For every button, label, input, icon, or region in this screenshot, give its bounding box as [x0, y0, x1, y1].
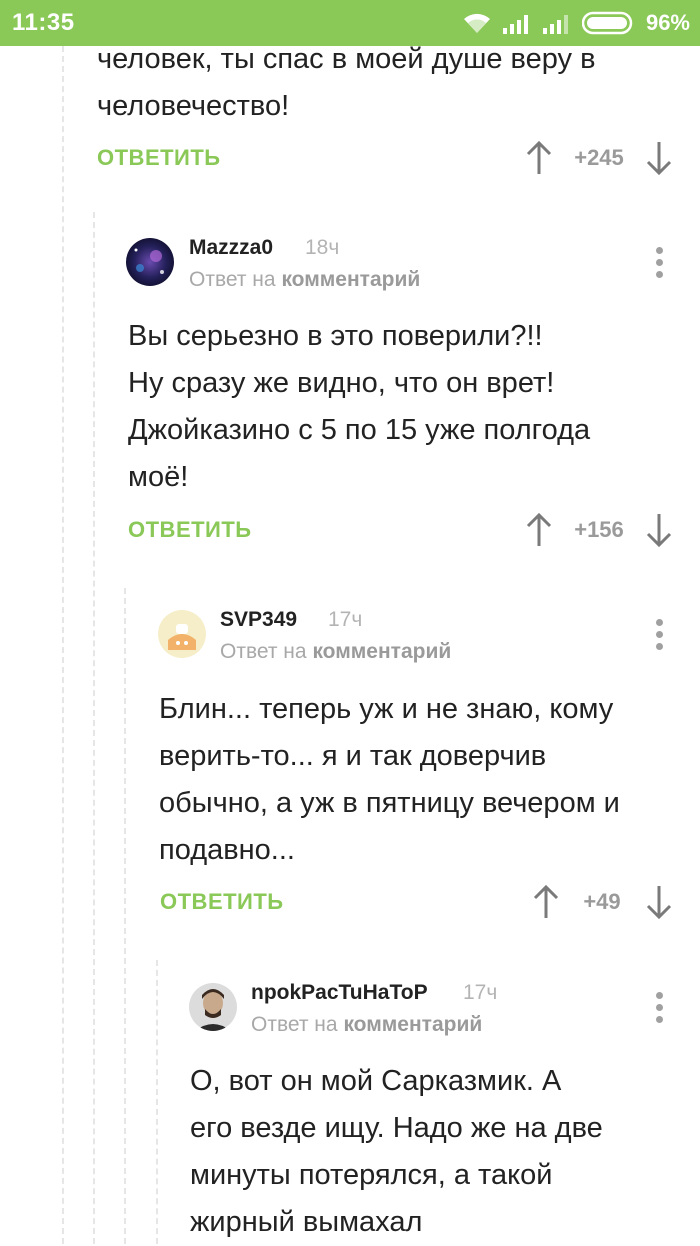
more-options-icon[interactable]: [647, 988, 671, 1028]
signal-icon-2: [542, 15, 568, 34]
reply-to-link[interactable]: комментарий: [281, 268, 420, 291]
reply-to-prefix: Ответ на: [251, 1013, 338, 1036]
thread-line: [124, 588, 126, 1244]
status-icons: 96%: [462, 8, 690, 38]
comment-text-line: верить-то... я и так доверчив: [159, 740, 547, 772]
comment-text-line: Ну сразу же видно, что он врет!: [128, 367, 555, 399]
upvote-icon[interactable]: [531, 884, 561, 920]
comment-author[interactable]: npokPacTuHaToP: [251, 981, 428, 1005]
rating-score: +245: [574, 145, 624, 170]
comment-text-line: Джойказино с 5 по 15 уже полгода: [128, 414, 591, 446]
upvote-icon[interactable]: [524, 512, 554, 548]
comment-time: 18ч: [305, 236, 340, 259]
comment-author[interactable]: SVP349: [220, 608, 297, 632]
comment-text-line: его везде ищу. Надо же на две: [190, 1112, 603, 1144]
reply-to-link[interactable]: комментарий: [312, 640, 451, 663]
downvote-icon[interactable]: [644, 884, 674, 920]
rating-score: +49: [583, 889, 621, 914]
comment-time: 17ч: [463, 981, 498, 1004]
battery-level: 96%: [645, 10, 690, 35]
avatar[interactable]: [189, 983, 237, 1031]
upvote-icon[interactable]: [524, 140, 554, 176]
comment-author[interactable]: Mazzza0: [189, 236, 273, 260]
thread-line: [93, 212, 95, 1244]
comment-text-line: человечество!: [97, 90, 290, 122]
comment-text-line: обычно, а уж в пятницу вечером и: [159, 787, 620, 819]
reply-button[interactable]: ОТВЕТИТЬ: [97, 145, 221, 171]
reply-to-prefix: Ответ на: [220, 640, 307, 663]
comment-text-line: О, вот он мой Сарказмик. А: [190, 1065, 562, 1097]
comment-text-line: подавно...: [159, 834, 295, 866]
reply-to-label: Ответ на комментарий: [220, 640, 451, 664]
comment-text-line: минуты потерялся, а такой: [190, 1159, 553, 1191]
reply-to-label: Ответ на комментарий: [251, 1013, 482, 1037]
comment-text-line: человек, ты спас в моей душе веру в: [97, 43, 596, 75]
thread-line: [156, 960, 158, 1244]
downvote-icon[interactable]: [644, 140, 674, 176]
avatar[interactable]: [126, 238, 174, 286]
signal-icon: [502, 15, 528, 34]
avatar[interactable]: [158, 610, 206, 658]
status-time: 11:35: [12, 9, 75, 36]
more-options-icon[interactable]: [647, 615, 671, 655]
reply-to-label: Ответ на комментарий: [189, 268, 420, 292]
wifi-icon: [463, 13, 490, 33]
more-options-icon[interactable]: [647, 243, 671, 283]
reply-button[interactable]: ОТВЕТИТЬ: [160, 889, 284, 915]
comment-text-line: Блин... теперь уж и не знаю, кому: [159, 693, 614, 725]
comment-text-line: Вы серьезно в это поверили?!!: [128, 320, 543, 352]
thread-line: [62, 46, 64, 1244]
comment-time: 17ч: [328, 608, 363, 631]
rating-score: +156: [574, 517, 624, 542]
downvote-icon[interactable]: [644, 512, 674, 548]
battery-icon: [581, 11, 633, 35]
reply-to-prefix: Ответ на: [189, 268, 276, 291]
reply-button[interactable]: ОТВЕТИТЬ: [128, 517, 252, 543]
reply-to-link[interactable]: комментарий: [343, 1013, 482, 1036]
comment-text-line: жирный вымахал: [190, 1206, 423, 1238]
comment-text-line: моё!: [128, 461, 189, 493]
